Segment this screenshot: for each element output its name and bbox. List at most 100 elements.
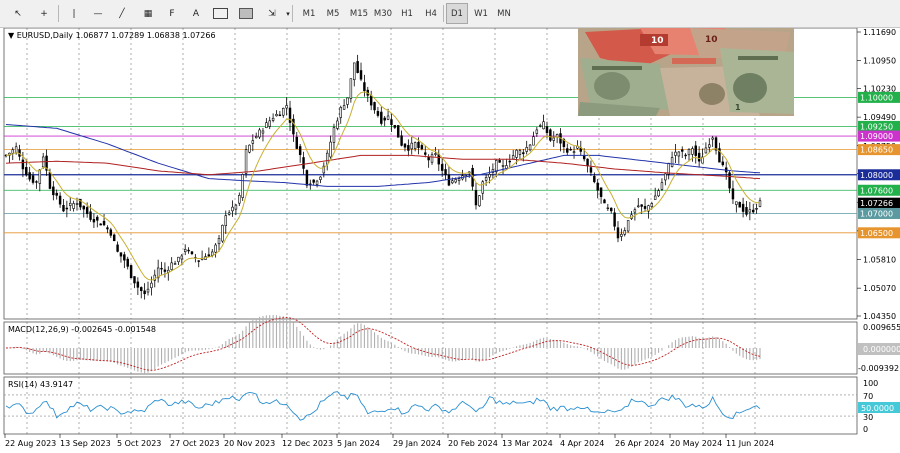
trendline-tool-icon[interactable]: ╱ <box>112 3 132 24</box>
timeframe-m5[interactable]: M5 <box>322 3 344 24</box>
fibonacci-tool-icon[interactable]: F <box>162 3 182 24</box>
candle-bear <box>745 207 748 215</box>
candle-bull <box>173 263 177 265</box>
candle-bear <box>610 207 613 212</box>
candle-bear <box>302 157 305 169</box>
candle-bear <box>697 152 701 162</box>
candle-bull <box>231 206 234 212</box>
candle-bear <box>545 126 549 133</box>
candle-bear <box>102 220 106 226</box>
candle-bear <box>65 207 69 210</box>
horizontal-line-tool-icon[interactable]: — <box>88 3 108 24</box>
candle-bull <box>261 130 265 134</box>
candle-bear <box>109 229 113 236</box>
timeframe-h4[interactable]: H4 <box>420 3 442 24</box>
candle-bear <box>400 135 403 146</box>
candle-bear <box>207 254 211 257</box>
candle-bull <box>755 208 758 210</box>
macd-tick-top: 0.009655 <box>863 323 900 332</box>
rsi-indicator <box>4 391 857 421</box>
level-label-text: 1.07000 <box>860 209 893 218</box>
channel-tool-icon[interactable]: ▦ <box>138 3 158 24</box>
arrows-dropdown-chevron-icon[interactable]: ▾ <box>278 3 298 24</box>
timeframe-d1[interactable]: D1 <box>446 3 468 24</box>
rsi-tick-100: 100 <box>863 379 878 388</box>
time-tick-label: 12 Dec 2023 <box>282 439 333 448</box>
candle-bull <box>637 205 640 208</box>
candle-bull <box>329 141 332 158</box>
candle-bull <box>11 149 14 154</box>
candle-bear <box>359 70 363 80</box>
candle-bear <box>396 125 400 138</box>
candle-bear <box>741 203 745 212</box>
candle-bull <box>552 137 555 141</box>
rsi-tick-value: 50.0000 <box>861 404 894 413</box>
candle-bear <box>522 152 525 155</box>
candle-bull <box>254 136 258 139</box>
candle-bull <box>410 142 413 150</box>
candle-bull <box>495 160 498 173</box>
time-tick-label: 20 Feb 2024 <box>448 439 498 448</box>
candle-bear <box>163 269 167 272</box>
cursor-tool-icon[interactable]: ↖ <box>8 3 28 24</box>
candle-bull <box>332 127 336 143</box>
crosshair-tool-icon[interactable]: + <box>34 3 54 24</box>
candle-bull <box>315 180 319 185</box>
toolbar-separator <box>292 5 293 22</box>
candle-bull <box>38 169 42 184</box>
level-label-text: 1.06500 <box>860 229 893 238</box>
candle-bull <box>244 149 248 174</box>
candle-bull <box>515 149 518 158</box>
time-tick-label: 13 Mar 2024 <box>502 439 553 448</box>
price-chart[interactable]: 10 10 1 1.116901.109501.102301.094901.08… <box>0 28 900 453</box>
vertical-line-tool-icon[interactable]: | <box>64 3 84 24</box>
level-label-text: 1.09000 <box>860 132 893 141</box>
candle-bear <box>684 154 687 157</box>
candle-bull <box>687 149 691 156</box>
candle-bear <box>403 143 407 148</box>
time-tick-label: 20 May 2024 <box>670 439 722 448</box>
candle-bear <box>119 252 123 257</box>
candle-bear <box>298 146 302 155</box>
candle-bull <box>336 120 339 129</box>
mt4-chart-window: ↖ + | — ╱ ▦ F A ⇲ ▾ M1 M5 M15 M30 H1 H4 … <box>0 0 900 453</box>
timeframe-m30[interactable]: M30 <box>370 3 396 24</box>
candle-bear <box>498 160 501 163</box>
candle-bear <box>721 161 725 166</box>
text-tool-icon[interactable]: A <box>186 3 206 24</box>
candle-bull <box>211 251 214 256</box>
level-label-text: 1.10000 <box>860 93 893 102</box>
level-label-text: 1.08650 <box>860 146 893 155</box>
candle-bear <box>140 287 143 291</box>
svg-text:10: 10 <box>705 35 718 45</box>
macd-indicator <box>5 315 761 374</box>
candle-bull <box>234 204 238 210</box>
candle-bear <box>383 117 386 121</box>
candle-bear <box>393 125 397 128</box>
candle-bull <box>227 212 231 215</box>
timeframe-w1[interactable]: W1 <box>470 3 492 24</box>
candle-bear <box>129 265 133 279</box>
label-tool-icon[interactable] <box>210 3 230 24</box>
time-tick-label: 22 Aug 2023 <box>5 439 56 448</box>
candle-bear <box>52 186 55 196</box>
timeframe-h1[interactable]: H1 <box>396 3 418 24</box>
timeframe-m15[interactable]: M15 <box>346 3 372 24</box>
candle-bear <box>437 153 441 165</box>
candle-bear <box>566 148 569 153</box>
candle-bull <box>180 255 184 260</box>
banknotes-image: 10 10 1 <box>578 28 794 116</box>
candle-bear <box>116 244 119 252</box>
candle-bear <box>694 145 697 156</box>
candle-bull <box>386 115 390 120</box>
candle-bear <box>380 111 383 124</box>
timeframe-mn[interactable]: MN <box>492 3 516 24</box>
candle-bear <box>92 219 96 223</box>
rectangle-tool-icon[interactable] <box>236 3 256 24</box>
timeframe-m1[interactable]: M1 <box>298 3 320 24</box>
candle-bull <box>484 177 488 181</box>
candle-bear <box>62 205 65 212</box>
time-tick-label: 4 Apr 2024 <box>560 439 604 448</box>
candle-bull <box>177 256 180 263</box>
candle-bull <box>620 234 623 237</box>
